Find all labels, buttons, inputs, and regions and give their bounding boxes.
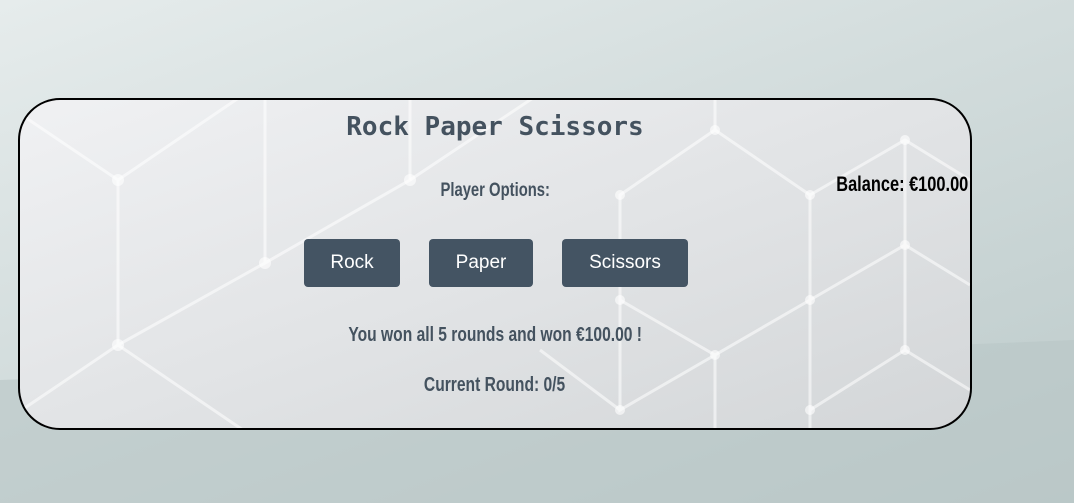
- rock-button[interactable]: Rock: [304, 239, 400, 287]
- scissors-button[interactable]: Scissors: [562, 239, 688, 287]
- result-message: You won all 5 rounds and won €100.00 !: [348, 324, 642, 346]
- balance-display: Balance: €100.00: [835, 173, 968, 196]
- current-round: Current Round: 0/5: [424, 374, 566, 396]
- game-card: Rock Paper Scissors Player Options: Bala…: [18, 98, 972, 430]
- player-options-label: Player Options:: [440, 180, 550, 201]
- page-title: Rock Paper Scissors: [346, 112, 644, 142]
- paper-button[interactable]: Paper: [429, 239, 533, 287]
